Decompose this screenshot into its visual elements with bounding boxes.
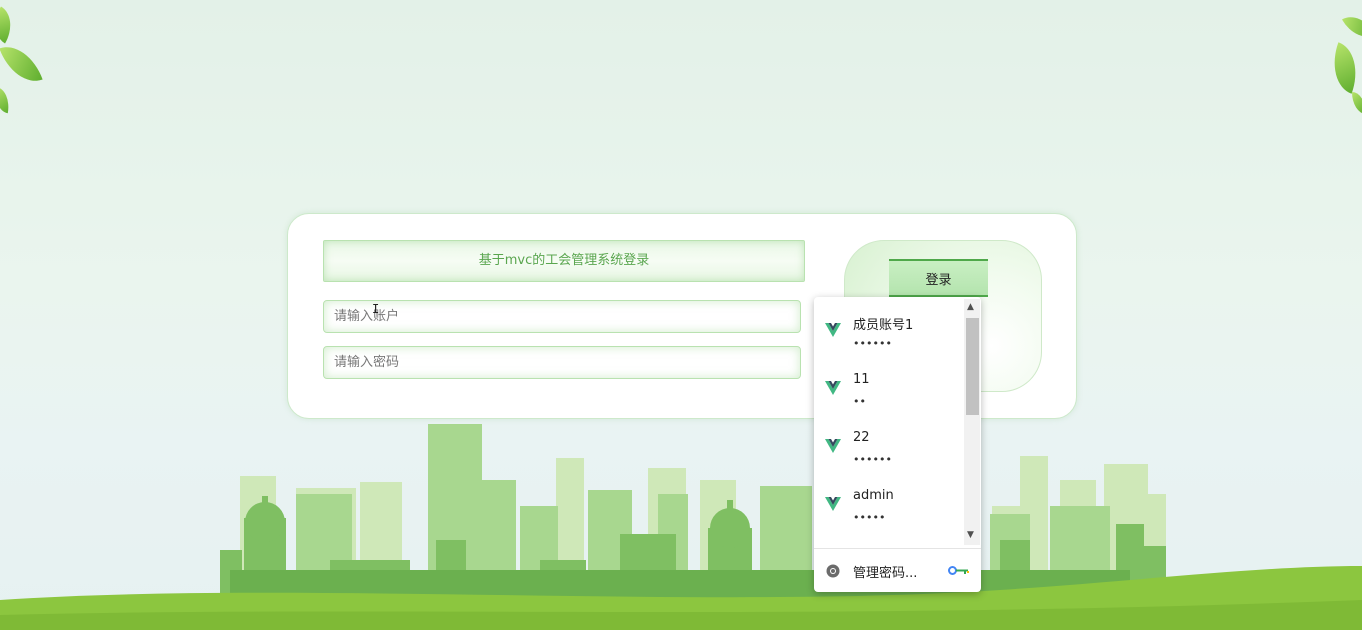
autofill-scrollbar-thumb[interactable]	[966, 318, 979, 415]
autofill-username: 成员账号1	[853, 318, 914, 333]
autofill-item[interactable]: 11 ••	[814, 359, 964, 417]
autofill-password-mask: ••••••	[853, 337, 892, 350]
key-icon[interactable]	[948, 565, 970, 576]
autofill-username: 22	[853, 430, 870, 445]
autofill-password-mask: ••••••	[853, 453, 892, 466]
login-button[interactable]: 登录	[889, 259, 988, 297]
vue-logo-icon	[825, 381, 841, 395]
scroll-down-arrow-icon[interactable]: ▼	[967, 530, 974, 540]
login-title: 基于mvc的工会管理系统登录	[323, 240, 805, 282]
autofill-divider	[814, 548, 981, 549]
text-cursor-icon: I	[372, 302, 380, 316]
chrome-icon	[826, 564, 840, 578]
autofill-item[interactable]: admin •••••	[814, 475, 964, 533]
autofill-username: admin	[853, 488, 894, 503]
manage-passwords-link[interactable]: 管理密码...	[853, 562, 917, 581]
grass-ground	[0, 566, 1362, 630]
autofill-password-mask: ••	[853, 395, 866, 408]
autofill-item[interactable]: 成员账号1 ••••••	[814, 301, 964, 359]
vue-logo-icon	[825, 323, 841, 337]
scroll-up-arrow-icon[interactable]: ▲	[967, 302, 974, 312]
autofill-item[interactable]: 22 ••••••	[814, 417, 964, 475]
vue-logo-icon	[825, 439, 841, 453]
autofill-password-mask: •••••	[853, 511, 886, 524]
autofill-username: 11	[853, 372, 870, 387]
password-input[interactable]	[323, 346, 801, 379]
account-input[interactable]	[323, 300, 801, 333]
vue-logo-icon	[825, 497, 841, 511]
